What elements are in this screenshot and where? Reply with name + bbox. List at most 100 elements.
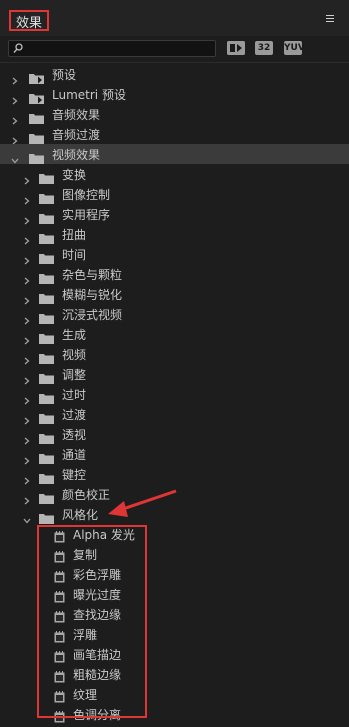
folder-icon <box>39 289 54 304</box>
chevron-right-icon[interactable] <box>11 130 19 145</box>
header-divider <box>0 62 349 63</box>
folder-icon <box>39 389 54 404</box>
chevron-right-icon[interactable] <box>23 270 31 285</box>
panel-menu-icon[interactable] <box>326 15 334 23</box>
yuv-icon[interactable]: YUV <box>284 41 305 55</box>
tree-item-label: 沉浸式视频 <box>62 308 123 322</box>
tree-item-video-effect[interactable]: 过时 <box>0 384 349 405</box>
chevron-right-icon[interactable] <box>23 230 31 245</box>
folder-icon <box>39 189 54 204</box>
tree-item-top[interactable]: Lumetri 预设 <box>0 84 349 105</box>
chevron-right-icon[interactable] <box>23 390 31 405</box>
chevron-right-icon[interactable] <box>23 430 31 445</box>
search-icon <box>13 43 23 53</box>
tree-item-label: 风格化 <box>62 508 99 522</box>
tree-item-video-effect[interactable]: 颜色校正 <box>0 484 349 505</box>
folder-icon <box>39 469 54 484</box>
tree-item-label: 视频 <box>62 348 87 362</box>
tree-item-top[interactable]: 音频效果 <box>0 104 349 125</box>
stylize-highlight-box <box>37 525 147 718</box>
chevron-down-icon[interactable] <box>23 510 31 524</box>
tree-item-top[interactable]: 视频效果 <box>0 144 349 164</box>
search-input[interactable] <box>8 40 216 57</box>
tree-item-label: 键控 <box>62 468 87 482</box>
folder-icon <box>29 129 44 144</box>
chevron-right-icon[interactable] <box>23 310 31 325</box>
tree-item-video-effect[interactable]: 过渡 <box>0 404 349 425</box>
folder-icon <box>39 269 54 284</box>
tree-item-label: 过渡 <box>62 408 87 422</box>
accelerated-effects-icon[interactable] <box>227 41 245 55</box>
tree-item-label: 实用程序 <box>62 208 111 222</box>
tree-item-label: Lumetri 预设 <box>52 88 126 102</box>
tree-item-video-effect[interactable]: 模糊与锐化 <box>0 284 349 305</box>
folder-icon <box>39 449 54 464</box>
preset-folder-icon <box>29 89 44 104</box>
tree-item-label: 杂色与颗粒 <box>62 268 123 282</box>
tree-item-top[interactable]: 音频过渡 <box>0 124 349 145</box>
chevron-right-icon[interactable] <box>23 210 31 225</box>
tree-item-video-effect[interactable]: 图像控制 <box>0 184 349 205</box>
chevron-right-icon[interactable] <box>23 170 31 185</box>
folder-icon <box>39 509 54 524</box>
chevron-right-icon[interactable] <box>23 470 31 485</box>
tree-item-label: 视频效果 <box>52 148 101 162</box>
tree-item-video-effect[interactable]: 调整 <box>0 364 349 385</box>
tree-item-label: 扭曲 <box>62 228 87 242</box>
chevron-right-icon[interactable] <box>23 190 31 205</box>
folder-icon <box>39 309 54 324</box>
folder-icon <box>39 209 54 224</box>
tree-item-video-effect[interactable]: 扭曲 <box>0 224 349 245</box>
chevron-right-icon[interactable] <box>23 250 31 265</box>
tree-item-video-effect[interactable]: 通道 <box>0 444 349 465</box>
tree-item-video-effect[interactable]: 生成 <box>0 324 349 345</box>
chevron-right-icon[interactable] <box>23 350 31 365</box>
folder-icon <box>39 489 54 504</box>
tree-item-video-effect[interactable]: 时间 <box>0 244 349 265</box>
tree-item-top[interactable]: 预设 <box>0 64 349 85</box>
tree-item-video-effect[interactable]: 键控 <box>0 464 349 485</box>
folder-icon <box>39 349 54 364</box>
tree-item-label: 生成 <box>62 328 87 342</box>
folder-icon <box>39 369 54 384</box>
tree-item-video-effect[interactable]: 视频 <box>0 344 349 365</box>
panel-title[interactable]: 效果 <box>16 12 42 31</box>
chevron-right-icon[interactable] <box>23 290 31 305</box>
chevron-down-icon[interactable] <box>11 150 19 164</box>
tree-item-label: 音频过渡 <box>52 128 101 142</box>
tree-item-video-effect[interactable]: 沉浸式视频 <box>0 304 349 325</box>
tree-item-label: 图像控制 <box>62 188 111 202</box>
bit32-icon[interactable]: 32 <box>255 41 273 55</box>
preset-folder-icon <box>29 69 44 84</box>
chevron-right-icon[interactable] <box>23 410 31 425</box>
tree-item-video-effect[interactable]: 风格化 <box>0 504 349 524</box>
tree-item-label: 过时 <box>62 388 87 402</box>
tree-item-label: 预设 <box>52 68 77 82</box>
tree-item-label: 时间 <box>62 248 87 262</box>
folder-icon <box>39 249 54 264</box>
chevron-right-icon[interactable] <box>11 70 19 85</box>
tree-item-label: 通道 <box>62 448 87 462</box>
folder-icon <box>39 169 54 184</box>
tree-item-label: 透视 <box>62 428 87 442</box>
panel-header: 效果 <box>0 0 349 36</box>
chevron-right-icon[interactable] <box>23 330 31 345</box>
tree-item-label: 调整 <box>62 368 87 382</box>
folder-icon <box>29 149 44 164</box>
tree-item-video-effect[interactable]: 杂色与颗粒 <box>0 264 349 285</box>
chevron-right-icon[interactable] <box>23 450 31 465</box>
chevron-right-icon[interactable] <box>11 110 19 125</box>
tree-item-label: 变换 <box>62 168 87 182</box>
tree-item-label: 模糊与锐化 <box>62 288 123 302</box>
tree-item-video-effect[interactable]: 透视 <box>0 424 349 445</box>
tree-item-video-effect[interactable]: 变换 <box>0 164 349 185</box>
tree-item-video-effect[interactable]: 实用程序 <box>0 204 349 225</box>
chevron-right-icon[interactable] <box>11 90 19 105</box>
chevron-right-icon[interactable] <box>23 490 31 505</box>
tree-item-label: 颜色校正 <box>62 488 111 502</box>
chevron-right-icon[interactable] <box>23 370 31 385</box>
folder-icon <box>29 109 44 124</box>
folder-icon <box>39 409 54 424</box>
folder-icon <box>39 329 54 344</box>
tree-item-label: 音频效果 <box>52 108 101 122</box>
